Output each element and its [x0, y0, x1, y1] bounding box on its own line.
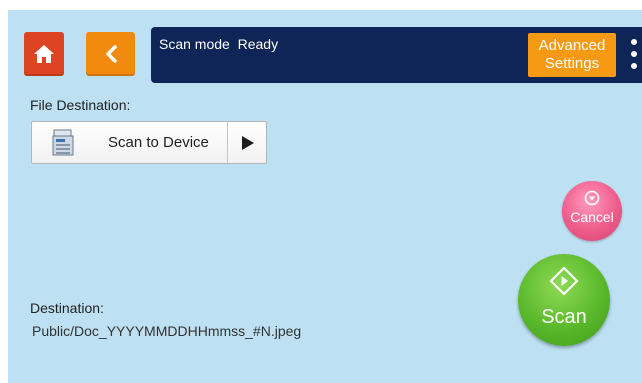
printer-device-icon [52, 129, 74, 156]
destination-path: Public/Doc_YYYYMMDDHHmmss_#N.jpeg [32, 323, 302, 339]
advanced-settings-button[interactable]: Advanced Settings [528, 33, 616, 77]
file-destination-select[interactable]: Scan to Device [31, 121, 267, 164]
cancel-button[interactable]: Cancel [562, 181, 622, 241]
destination-label: Destination: [30, 300, 104, 316]
more-vert-icon[interactable] [630, 38, 638, 72]
back-button[interactable] [86, 32, 135, 76]
file-destination-label: File Destination: [30, 97, 131, 113]
home-icon [34, 45, 54, 63]
cancel-label: Cancel [570, 209, 614, 225]
file-destination-arrow[interactable] [227, 122, 267, 163]
chevron-left-icon [105, 45, 117, 63]
file-destination-value: Scan to Device [108, 134, 209, 151]
home-button[interactable] [24, 32, 64, 76]
scan-icon [549, 266, 579, 296]
advanced-settings-label-line1: Advanced [538, 37, 606, 54]
scan-button[interactable]: Scan [518, 254, 610, 346]
play-arrow-icon [241, 135, 254, 150]
advanced-settings-label-line2: Settings [544, 55, 600, 72]
scan-label: Scan [541, 306, 587, 328]
cancel-icon [584, 190, 600, 206]
scan-mode-status: Scan mode Ready [159, 36, 279, 52]
